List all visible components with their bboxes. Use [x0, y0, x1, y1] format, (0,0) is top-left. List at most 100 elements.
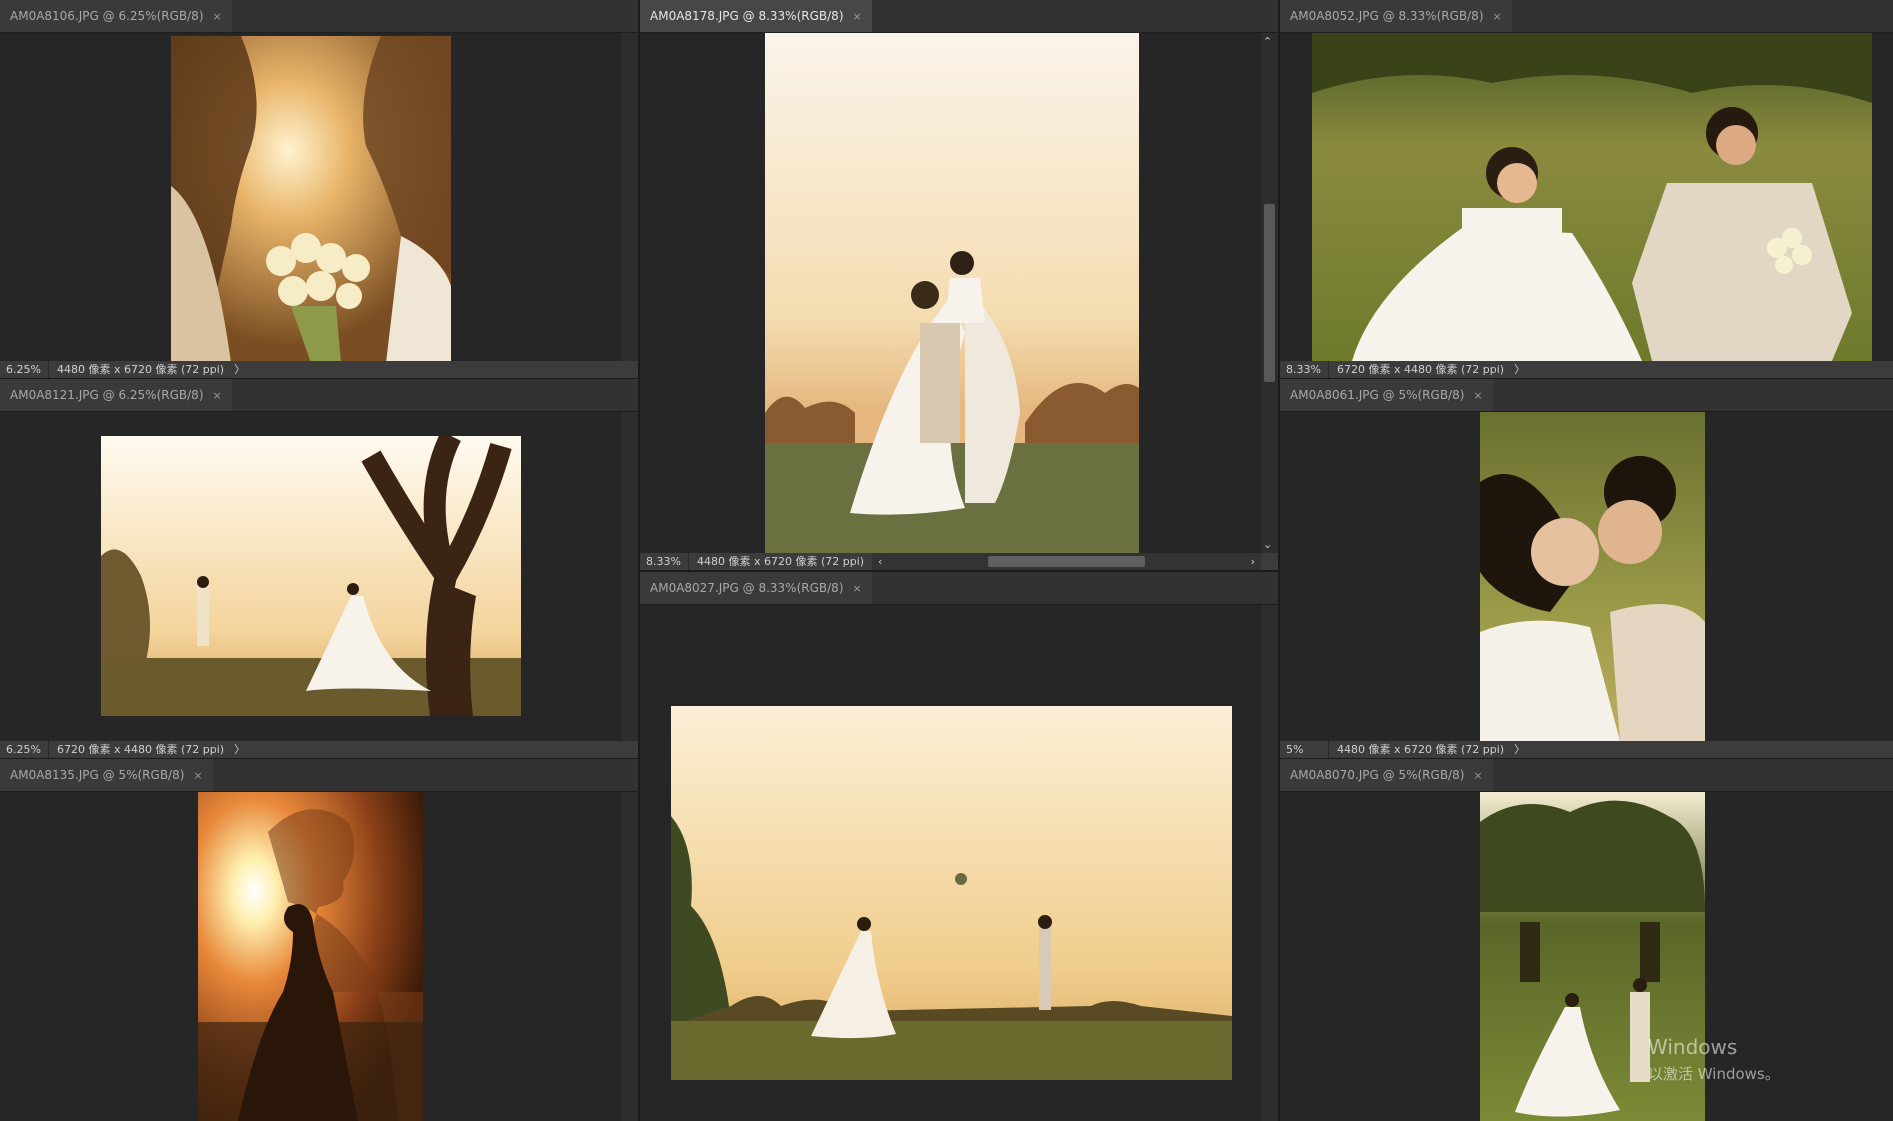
zoom-level[interactable]: 5% [1286, 741, 1303, 758]
document-dimensions: 6720 像素 x 4480 像素 (72 ppi) [57, 743, 225, 756]
close-icon[interactable]: × [853, 10, 862, 23]
close-icon[interactable]: × [1473, 389, 1482, 402]
tab-label: AM0A8027.JPG @ 8.33%(RGB/8) [650, 581, 844, 595]
panel-divider[interactable] [638, 0, 640, 1121]
canvas-area[interactable] [1280, 33, 1893, 361]
photo-groom-lifting-bride [765, 33, 1139, 553]
panel-divider[interactable] [1278, 0, 1280, 1121]
status-bar: 6.25% 6720 像素 x 4480 像素 (72 ppi) 〉 [0, 741, 638, 758]
document-panel-8070: AM0A8070.JPG @ 5%(RGB/8) × [1280, 759, 1893, 1121]
scroll-down-icon[interactable]: ⌄ [1263, 538, 1272, 551]
vertical-scrollbar[interactable] [620, 33, 638, 361]
scroll-left-icon[interactable]: ‹ [878, 553, 882, 570]
document-info[interactable]: 4480 像素 x 6720 像素 (72 ppi) 〉 [1328, 741, 1525, 758]
document-tab-8106[interactable]: AM0A8106.JPG @ 6.25%(RGB/8) × [0, 0, 232, 32]
status-bar: 5% 4480 像素 x 6720 像素 (72 ppi) 〉 [1280, 741, 1893, 758]
photo-bouquet-toss [671, 706, 1232, 1080]
tab-bar: AM0A8061.JPG @ 5%(RGB/8) × [1280, 379, 1893, 412]
document-dimensions: 4480 像素 x 6720 像素 (72 ppi) [1337, 743, 1505, 756]
chevron-right-icon[interactable]: 〉 [1514, 363, 1525, 376]
canvas-area[interactable] [1280, 792, 1893, 1121]
horizontal-scrollbar[interactable]: ‹ › [872, 553, 1261, 570]
close-icon[interactable]: × [1473, 769, 1482, 782]
tab-label: AM0A8052.JPG @ 8.33%(RGB/8) [1290, 9, 1484, 23]
zoom-level[interactable]: 6.25% [6, 741, 41, 758]
horizontal-scroll-thumb[interactable] [988, 556, 1145, 567]
status-bar: 8.33% 4480 像素 x 6720 像素 (72 ppi)〉 ‹ › [640, 553, 1278, 570]
document-info[interactable]: 6720 像素 x 4480 像素 (72 ppi) 〉 [48, 741, 245, 758]
close-icon[interactable]: × [213, 389, 222, 402]
vertical-scrollbar[interactable] [620, 412, 638, 741]
vertical-scrollbar[interactable] [620, 792, 638, 1121]
panel-divider[interactable] [1280, 758, 1893, 759]
document-tab-8052[interactable]: AM0A8052.JPG @ 8.33%(RGB/8) × [1280, 0, 1512, 32]
canvas-area[interactable] [0, 33, 638, 363]
chevron-right-icon[interactable]: 〉 [234, 363, 245, 376]
tab-bar: AM0A8121.JPG @ 6.25%(RGB/8) × [0, 379, 638, 412]
activation-watermark-text: 以激活 Windows。 [1648, 1065, 1780, 1083]
document-info[interactable]: 4480 像素 x 6720 像素 (72 ppi) 〉 [48, 361, 245, 378]
document-tab-8027[interactable]: AM0A8027.JPG @ 8.33%(RGB/8) × [640, 572, 872, 604]
document-dimensions: 4480 像素 x 6720 像素 (72 ppi) [697, 555, 865, 568]
panel-divider[interactable] [640, 570, 1278, 572]
document-tab-8061[interactable]: AM0A8061.JPG @ 5%(RGB/8) × [1280, 379, 1493, 411]
document-tab-8135[interactable]: AM0A8135.JPG @ 5%(RGB/8) × [0, 759, 213, 791]
photo-sunset-double-exposure [198, 792, 423, 1121]
tab-bar: AM0A8178.JPG @ 8.33%(RGB/8) × [640, 0, 1278, 33]
panel-divider[interactable] [0, 378, 638, 379]
document-panel-8121: AM0A8121.JPG @ 6.25%(RGB/8) × 6.25% 6720 … [0, 379, 638, 758]
tab-label: AM0A8106.JPG @ 6.25%(RGB/8) [10, 9, 204, 23]
tab-bar: AM0A8135.JPG @ 5%(RGB/8) × [0, 759, 638, 792]
document-info[interactable]: 4480 像素 x 6720 像素 (72 ppi)〉 [688, 553, 885, 570]
chevron-right-icon[interactable]: 〉 [234, 743, 245, 756]
vertical-scrollbar[interactable]: ⌃ ⌄ [1260, 33, 1278, 553]
status-bar: 6.25% 4480 像素 x 6720 像素 (72 ppi) 〉 [0, 361, 638, 378]
zoom-level[interactable]: 8.33% [646, 553, 681, 570]
canvas-area[interactable] [640, 33, 1278, 553]
panel-divider[interactable] [0, 758, 638, 759]
tab-label: AM0A8121.JPG @ 6.25%(RGB/8) [10, 388, 204, 402]
document-dimensions: 4480 像素 x 6720 像素 (72 ppi) [57, 363, 225, 376]
canvas-area[interactable] [1280, 412, 1893, 741]
status-bar: 8.33% 6720 像素 x 4480 像素 (72 ppi) 〉 [1280, 361, 1893, 378]
tab-bar: AM0A8070.JPG @ 5%(RGB/8) × [1280, 759, 1893, 792]
document-panel-8027: AM0A8027.JPG @ 8.33%(RGB/8) × [640, 572, 1278, 1121]
photo-couple-tulips [171, 36, 451, 363]
zoom-level[interactable]: 8.33% [1286, 361, 1321, 378]
document-dimensions: 6720 像素 x 4480 像素 (72 ppi) [1337, 363, 1505, 376]
vertical-scroll-thumb[interactable] [1264, 204, 1275, 382]
tab-label: AM0A8178.JPG @ 8.33%(RGB/8) [650, 9, 844, 23]
scroll-right-icon[interactable]: › [1251, 553, 1255, 570]
zoom-level[interactable]: 6.25% [6, 361, 41, 378]
document-panel-8178: AM0A8178.JPG @ 8.33%(RGB/8) × 8.33% 4480 … [640, 0, 1278, 570]
photo-tree-silhouette [101, 436, 521, 716]
tab-bar: AM0A8052.JPG @ 8.33%(RGB/8) × [1280, 0, 1893, 33]
tab-label: AM0A8070.JPG @ 5%(RGB/8) [1290, 768, 1465, 782]
document-panel-8106: AM0A8106.JPG @ 6.25%(RGB/8) × 6.25% 4480 … [0, 0, 638, 378]
activation-watermark-title: Windows [1648, 1035, 1738, 1059]
photo-running-couple [1312, 33, 1872, 361]
close-icon[interactable]: × [213, 10, 222, 23]
tab-bar: AM0A8027.JPG @ 8.33%(RGB/8) × [640, 572, 1278, 605]
document-panel-8135: AM0A8135.JPG @ 5%(RGB/8) × [0, 759, 638, 1121]
tab-bar: AM0A8106.JPG @ 6.25%(RGB/8) × [0, 0, 638, 33]
photo-kiss-closeup [1480, 412, 1705, 741]
close-icon[interactable]: × [1493, 10, 1502, 23]
document-tab-8121[interactable]: AM0A8121.JPG @ 6.25%(RGB/8) × [0, 379, 232, 411]
canvas-area[interactable] [640, 605, 1278, 1121]
document-panel-8061: AM0A8061.JPG @ 5%(RGB/8) × 5% 4480 像素 x 6… [1280, 379, 1893, 758]
tab-label: AM0A8135.JPG @ 5%(RGB/8) [10, 768, 185, 782]
document-tab-8178[interactable]: AM0A8178.JPG @ 8.33%(RGB/8) × [640, 0, 872, 32]
scroll-up-icon[interactable]: ⌃ [1263, 35, 1272, 48]
document-tab-8070[interactable]: AM0A8070.JPG @ 5%(RGB/8) × [1280, 759, 1493, 791]
canvas-area[interactable] [0, 792, 638, 1121]
document-panel-8052: AM0A8052.JPG @ 8.33%(RGB/8) × 8.33% 6720 … [1280, 0, 1893, 378]
close-icon[interactable]: × [193, 769, 202, 782]
panel-divider[interactable] [1280, 378, 1893, 379]
document-info[interactable]: 6720 像素 x 4480 像素 (72 ppi) 〉 [1328, 361, 1525, 378]
tab-label: AM0A8061.JPG @ 5%(RGB/8) [1290, 388, 1465, 402]
close-icon[interactable]: × [853, 582, 862, 595]
canvas-area[interactable] [0, 412, 638, 741]
vertical-scrollbar[interactable] [1260, 605, 1278, 1121]
chevron-right-icon[interactable]: 〉 [1514, 743, 1525, 756]
